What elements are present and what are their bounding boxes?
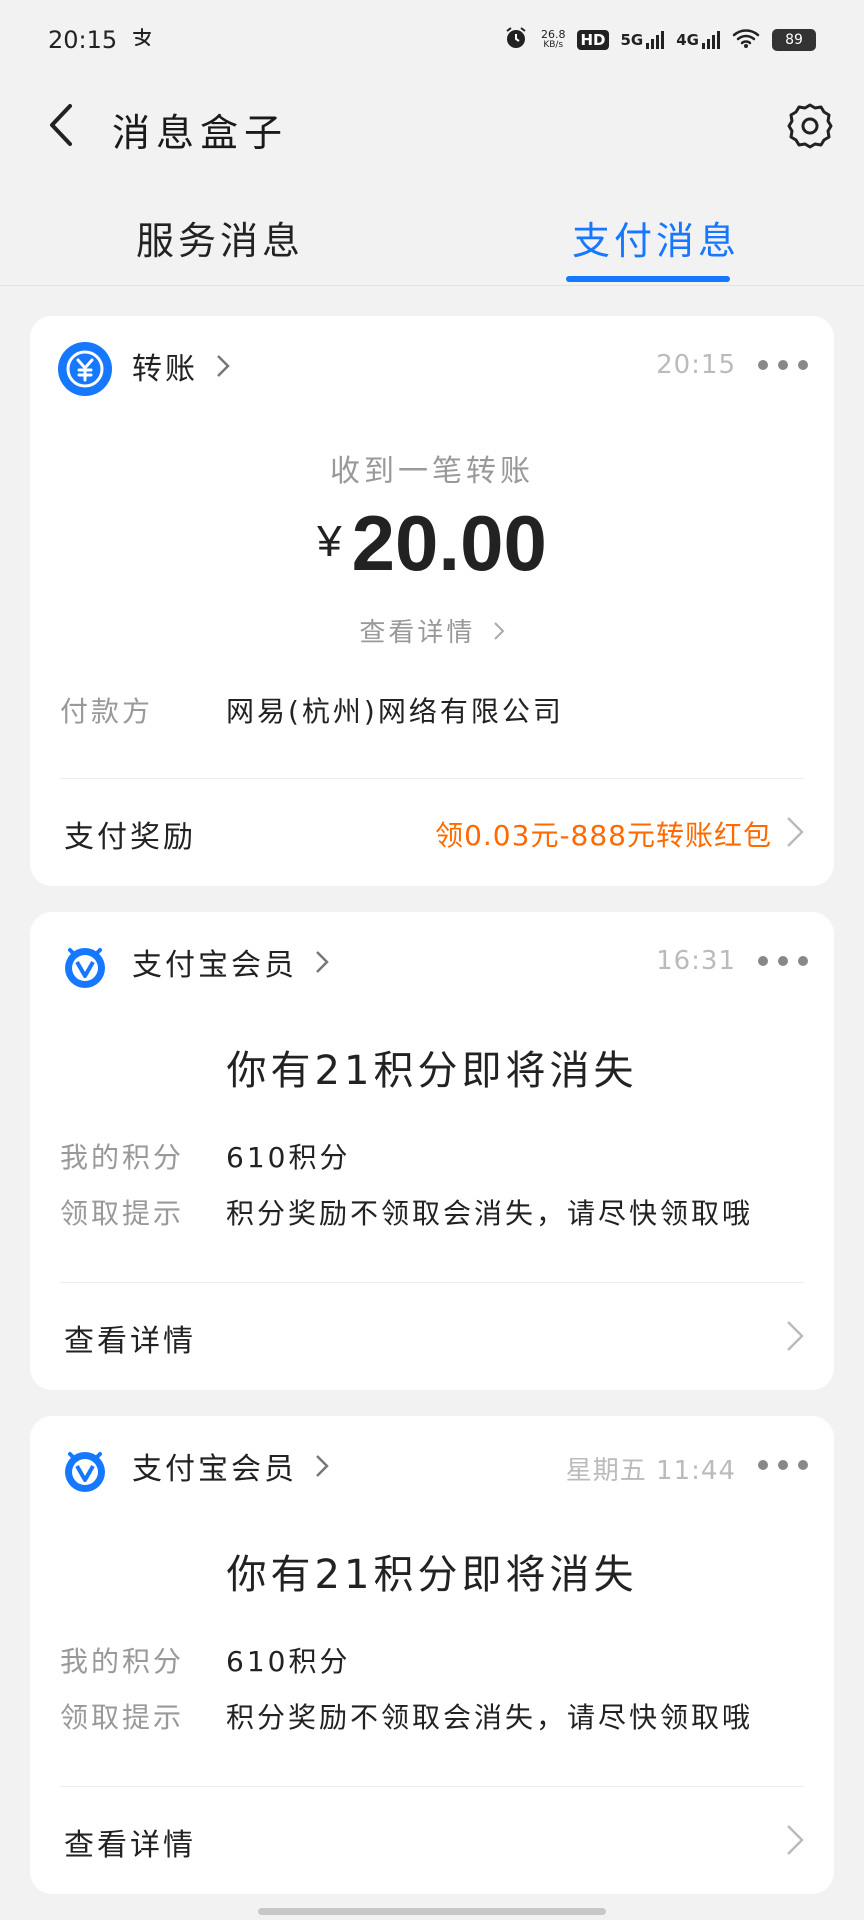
status-bar: 20:15 26.8 KB/s HD 5G 4G 89: [0, 0, 864, 80]
more-dot: [798, 1460, 808, 1470]
payment-reward-row[interactable]: 支付奖励 领0.03元-888元转账红包: [30, 778, 834, 886]
card-source[interactable]: 支付宝会员: [132, 940, 329, 984]
hd-badge: HD: [577, 30, 609, 50]
more-dot: [798, 360, 808, 370]
page-title: 消息盒子: [112, 111, 289, 155]
transfer-amount: ¥20.00: [30, 498, 834, 589]
transfer-card[interactable]: 转账 20:15 收到一笔转账 ¥20.00 查看详情 付款方 网易(杭州)网络…: [30, 316, 834, 886]
claim-tip-value: 积分奖励不领取会消失，请尽快领取哦: [226, 1701, 754, 1734]
net-speed-value: 26.8: [540, 28, 566, 41]
card-source-label: 支付宝会员: [132, 1452, 297, 1487]
alipay-mark-icon: [131, 26, 153, 54]
chevron-right-icon: [787, 1825, 804, 1855]
claim-tip-row: 领取提示 积分奖励不领取会消失，请尽快领取哦: [60, 1696, 750, 1736]
view-details-link[interactable]: 查看详情: [30, 612, 834, 649]
payer-value: 网易(杭州)网络有限公司: [226, 695, 564, 728]
view-details-label: 查看详情: [64, 1324, 196, 1359]
settings-button[interactable]: [782, 98, 838, 154]
claim-tip-label: 领取提示: [60, 1701, 185, 1734]
more-dot: [798, 956, 808, 966]
my-points-row: 我的积分 610积分: [60, 1136, 347, 1176]
home-indicator[interactable]: [258, 1908, 606, 1915]
tab-payment-messages[interactable]: 支付消息: [572, 210, 740, 265]
alipay-member-icon: [58, 1442, 112, 1496]
status-time: 20:15: [48, 26, 118, 54]
card-source-label: 转账: [132, 352, 198, 387]
more-dot: [778, 1460, 788, 1470]
more-button[interactable]: [758, 350, 808, 380]
net-speed: 26.8 KB/s: [541, 29, 566, 51]
card-time: 20:15: [656, 350, 736, 380]
transfer-icon: [58, 342, 112, 396]
card-source-label: 支付宝会员: [132, 948, 297, 983]
network-4g: 4G: [676, 31, 720, 49]
chevron-left-icon: [50, 104, 72, 146]
more-dot: [778, 360, 788, 370]
net-speed-unit: KB/s: [543, 40, 564, 50]
points-expire-title: 你有21积分即将消失: [226, 1552, 638, 1598]
currency-symbol: ¥: [317, 517, 342, 566]
more-button[interactable]: [758, 946, 808, 976]
transfer-caption: 收到一笔转账: [330, 454, 534, 489]
card-time: 16:31: [656, 946, 736, 976]
view-details-row[interactable]: 查看详情: [30, 1786, 834, 1894]
battery-indicator: 89: [772, 29, 816, 51]
wifi-icon: [732, 27, 760, 53]
member-card[interactable]: 支付宝会员 星期五 11:44 你有21积分即将消失 我的积分 610积分 领取…: [30, 1416, 834, 1894]
payment-reward-label: 支付奖励: [64, 820, 196, 855]
more-dot: [758, 360, 768, 370]
chevron-right-icon: [493, 622, 505, 640]
card-source[interactable]: 转账: [132, 344, 230, 388]
payment-reward-value: 领0.03元-888元转账红包: [435, 819, 772, 852]
card-header: 支付宝会员 星期五 11:44: [30, 1416, 834, 1516]
network-5g: 5G: [621, 31, 665, 49]
chevron-right-icon: [316, 1455, 329, 1477]
claim-tip-row: 领取提示 积分奖励不领取会消失，请尽快领取哦: [60, 1192, 750, 1232]
member-card[interactable]: 支付宝会员 16:31 你有21积分即将消失 我的积分 610积分 领取提示 积…: [30, 912, 834, 1390]
card-source[interactable]: 支付宝会员: [132, 1444, 329, 1488]
chevron-right-icon: [787, 817, 804, 847]
points-expire-title: 你有21积分即将消失: [226, 1048, 638, 1094]
chevron-right-icon: [316, 951, 329, 973]
my-points-value: 610积分: [226, 1141, 351, 1174]
payer-label: 付款方: [60, 695, 154, 728]
more-dot: [778, 956, 788, 966]
my-points-value: 610积分: [226, 1645, 351, 1678]
view-details-label: 查看详情: [64, 1828, 196, 1863]
network-5g-label: 5G: [620, 31, 644, 49]
network-4g-label: 4G: [676, 31, 699, 49]
card-header: 转账 20:15: [30, 316, 834, 416]
more-button[interactable]: [758, 1450, 808, 1480]
chevron-right-icon: [787, 1321, 804, 1351]
more-dot: [758, 956, 768, 966]
more-dot: [758, 1460, 768, 1470]
card-time: 星期五 11:44: [565, 1456, 736, 1486]
view-details-label: 查看详情: [359, 618, 476, 648]
my-points-row: 我的积分 610积分: [60, 1640, 347, 1680]
claim-tip-label: 领取提示: [60, 1197, 185, 1230]
chevron-right-icon: [217, 355, 230, 377]
claim-tip-value: 积分奖励不领取会消失，请尽快领取哦: [226, 1197, 754, 1230]
my-points-label: 我的积分: [60, 1645, 185, 1678]
view-details-row[interactable]: 查看详情: [30, 1282, 834, 1390]
alarm-icon: [503, 25, 529, 55]
header: 消息盒子: [0, 80, 864, 170]
card-header: 支付宝会员 16:31: [30, 912, 834, 1012]
back-button[interactable]: [34, 98, 88, 152]
status-left: 20:15: [48, 26, 153, 54]
alipay-member-icon: [58, 938, 112, 992]
tab-service-messages[interactable]: 服务消息: [136, 210, 304, 265]
status-right: 26.8 KB/s HD 5G 4G 89: [503, 25, 816, 55]
my-points-label: 我的积分: [60, 1141, 185, 1174]
payer-row: 付款方 网易(杭州)网络有限公司: [60, 690, 561, 730]
gear-icon: [787, 103, 833, 149]
signal-4g-icon: [702, 31, 720, 49]
active-tab-indicator: [566, 276, 730, 282]
amount-value: 20.00: [351, 499, 547, 587]
tab-bar: 服务消息 支付消息: [0, 190, 864, 286]
signal-5g-icon: [646, 31, 665, 49]
